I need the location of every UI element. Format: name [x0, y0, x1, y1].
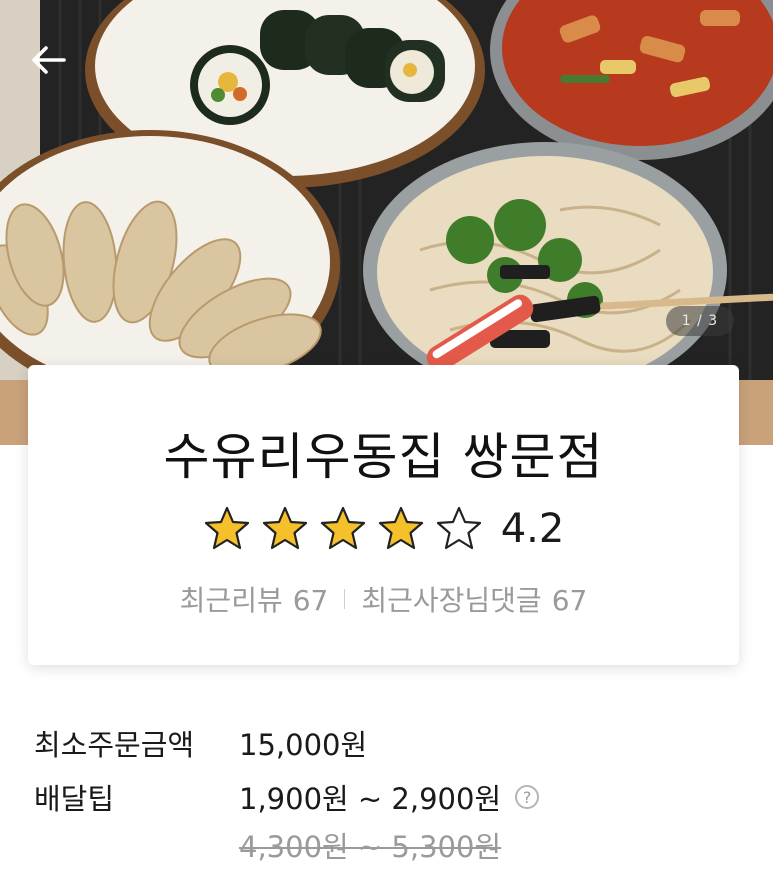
star-empty-icon [436, 506, 481, 550]
rating-row[interactable]: 4.2 [28, 505, 739, 553]
min-order-row: 최소주문금액 15,000원 [34, 716, 734, 770]
back-button[interactable] [30, 44, 76, 90]
store-name: 수유리우동집 쌍문점 [163, 428, 604, 486]
order-info: 최소주문금액 15,000원 배달팁 1,900원 ~ 2,900원 ? 4,3… [34, 716, 734, 864]
min-order-value: 15,000원 [239, 728, 368, 762]
recent-reviews-count: 67 [292, 584, 329, 617]
star-filled-icon [378, 506, 423, 550]
star-filled-icon [320, 506, 365, 550]
store-info-card: 수유리우동집 쌍문점 4.2 최근리뷰 67 최근사장님댓글 67 [28, 365, 739, 665]
rating-value: 4.2 [500, 506, 565, 552]
recent-reviews-link[interactable]: 최근리뷰 67 [180, 579, 329, 619]
owner-replies-label: 최근사장님댓글 [361, 584, 542, 617]
star-filled-icon [204, 506, 249, 550]
recent-reviews-label: 최근리뷰 [179, 584, 283, 617]
delivery-tip-value-wrap: 1,900원 ~ 2,900원 ? [239, 776, 540, 818]
owner-replies-count: 67 [551, 584, 588, 617]
review-summary: 최근리뷰 67 최근사장님댓글 67 [28, 579, 739, 619]
owner-replies-link[interactable]: 최근사장님댓글 67 [361, 579, 587, 619]
delivery-tip-original: 4,300원 ~ 5,300원 [239, 830, 502, 864]
delivery-tip-value: 1,900원 ~ 2,900원 [239, 782, 502, 816]
question-circle-icon[interactable]: ? [515, 785, 540, 809]
delivery-tip-row: 배달팁 1,900원 ~ 2,900원 ? [34, 770, 734, 824]
divider [344, 589, 346, 609]
image-page-indicator: 1 / 3 [666, 306, 734, 336]
delivery-tip-label: 배달팁 [34, 782, 115, 816]
min-order-label: 최소주문금액 [34, 728, 195, 762]
arrow-left-icon [32, 46, 66, 74]
star-filled-icon [262, 506, 307, 550]
star-rating [203, 505, 483, 553]
